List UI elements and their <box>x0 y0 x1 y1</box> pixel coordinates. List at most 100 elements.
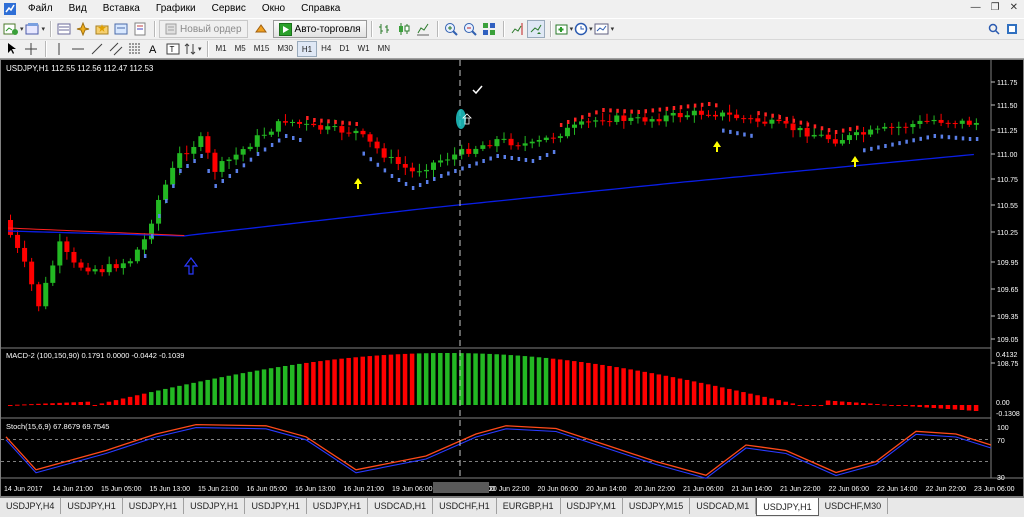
macd-bar <box>184 384 189 405</box>
macd-bar <box>113 400 119 405</box>
tab-usdjpy-h1[interactable]: USDJPY,H1 <box>123 498 185 514</box>
menu-help[interactable]: Справка <box>293 0 348 18</box>
tab-usdjpy-h1[interactable]: USDJPY,H1 <box>61 498 123 514</box>
cursor-button[interactable] <box>3 40 21 58</box>
menu-window[interactable]: Окно <box>254 0 293 18</box>
macd-bar <box>839 401 845 405</box>
heiken-dot <box>242 163 246 168</box>
tab-usdchf-h1[interactable]: USDCHF,H1 <box>433 498 497 514</box>
menu-service[interactable]: Сервис <box>204 0 254 18</box>
tab-usdcad-m1[interactable]: USDCAD,M1 <box>690 498 757 514</box>
app-icon[interactable] <box>2 1 18 17</box>
tester-button[interactable] <box>131 20 149 38</box>
zoom-in-button[interactable] <box>442 20 460 38</box>
tab-usdjpy-h1-active[interactable]: USDJPY,H1 <box>756 498 819 516</box>
macd-bar <box>811 405 817 406</box>
navigator-button[interactable] <box>74 20 92 38</box>
candle-body <box>15 234 21 248</box>
candle-body <box>29 261 35 285</box>
timeframe-m1[interactable]: M1 <box>212 41 231 57</box>
timeframe-h1[interactable]: H1 <box>296 41 318 57</box>
new-chart-button[interactable]: ▾ <box>3 20 24 38</box>
search-button[interactable] <box>985 20 1003 38</box>
timeframe-m5[interactable]: M5 <box>231 41 250 57</box>
indicators-button[interactable]: ▾ <box>555 20 573 38</box>
vertical-line-button[interactable] <box>50 40 68 58</box>
restore-icon[interactable]: ❐ <box>991 2 1000 13</box>
trendline-button[interactable] <box>88 40 106 58</box>
tab-usdjpy-h4[interactable]: USDJPY,H4 <box>0 498 62 514</box>
market-watch-button[interactable] <box>55 20 73 38</box>
auto-trading-button[interactable]: Авто-торговля <box>272 20 367 38</box>
price-label: 109.95 <box>997 260 1019 267</box>
tab-usdjpy-h1[interactable]: USDJPY,H1 <box>184 498 246 514</box>
tab-eurgbp-h1[interactable]: EURGBP,H1 <box>497 498 561 514</box>
bar-chart-button[interactable] <box>376 20 394 38</box>
templates-button[interactable]: ▾ <box>594 20 614 38</box>
heiken-dot <box>856 125 859 130</box>
tab-usdjpy-h1[interactable]: USDJPY,H1 <box>307 498 369 514</box>
macd-bar <box>797 405 803 406</box>
timeframe-m15[interactable]: M15 <box>250 41 274 57</box>
timeframe-d1[interactable]: D1 <box>335 41 353 57</box>
candle-body <box>219 161 225 172</box>
favorites-button[interactable] <box>93 20 111 38</box>
timeframe-mn[interactable]: MN <box>374 41 394 57</box>
text-button[interactable]: A <box>145 40 163 58</box>
menu-file[interactable]: Файл <box>20 0 61 18</box>
horizontal-line-button[interactable] <box>69 40 87 58</box>
candle-body <box>642 117 648 122</box>
heiken-dot <box>566 120 570 124</box>
heiken-dot <box>898 141 901 146</box>
zoom-out-button[interactable] <box>461 20 479 38</box>
chart-canvas[interactable]: 111.75 111.50 111.25 111.00 110.75 110.55 110.… <box>1 60 1023 496</box>
timeframe-h4[interactable]: H4 <box>317 41 335 57</box>
menu-charts[interactable]: Графики <box>148 0 204 18</box>
heiken-dot <box>912 138 915 143</box>
tab-usdcad-h1[interactable]: USDCAD,H1 <box>368 498 434 514</box>
line-chart-button[interactable] <box>414 20 432 38</box>
heiken-dot <box>425 180 429 184</box>
chart-window[interactable]: 111.75 111.50 111.25 111.00 110.75 110.55 110.… <box>0 59 1024 497</box>
candle-body <box>635 117 641 119</box>
macd-bar <box>600 364 605 405</box>
heiken-dot <box>686 104 690 109</box>
tab-usdchf-m30[interactable]: USDCHF,M30 <box>819 498 889 514</box>
minimize-icon[interactable]: — <box>971 2 981 13</box>
timeframe-m30[interactable]: M30 <box>273 41 297 57</box>
candle-body <box>846 135 852 141</box>
community-button[interactable] <box>1003 20 1021 38</box>
heiken-dot <box>376 162 380 167</box>
tab-usdjpy-m15[interactable]: USDJPY,M15 <box>623 498 691 514</box>
price-label: 110.55 <box>997 203 1018 210</box>
candle-body <box>945 122 951 124</box>
macd-bar <box>367 356 373 405</box>
menu-insert[interactable]: Вставка <box>95 0 148 18</box>
menu-view[interactable]: Вид <box>61 0 95 18</box>
tile-windows-button[interactable] <box>480 20 498 38</box>
label-button[interactable]: T <box>164 40 182 58</box>
macd-bar <box>720 387 725 405</box>
macd-bar <box>783 401 788 405</box>
periods-button[interactable]: ▾ <box>574 20 593 38</box>
macd-bar <box>395 354 401 405</box>
buy-arrow-outline-icon <box>183 257 199 275</box>
terminal-button[interactable] <box>112 20 130 38</box>
arrows-button[interactable]: ▾ <box>183 40 202 58</box>
tab-usdjpy-m1[interactable]: USDJPY,M1 <box>561 498 623 514</box>
chart-shift-button[interactable] <box>508 20 526 38</box>
crosshair-button[interactable] <box>22 40 40 58</box>
candle-chart-button[interactable] <box>395 20 413 38</box>
metaeditor-button[interactable] <box>252 20 270 38</box>
macd-bar <box>85 401 91 405</box>
time-label: 20 Jun 06:00 <box>538 486 579 493</box>
timeframe-w1[interactable]: W1 <box>354 41 374 57</box>
profiles-button[interactable]: ▾ <box>25 20 45 38</box>
tab-usdjpy-h1[interactable]: USDJPY,H1 <box>245 498 307 514</box>
fibonacci-button[interactable] <box>126 40 144 58</box>
channel-button[interactable] <box>107 40 125 58</box>
close-icon[interactable]: ✕ <box>1010 2 1018 13</box>
auto-scroll-button[interactable] <box>526 20 545 38</box>
new-order-button[interactable]: Новый ордер <box>159 20 248 38</box>
candle-body <box>769 119 775 124</box>
